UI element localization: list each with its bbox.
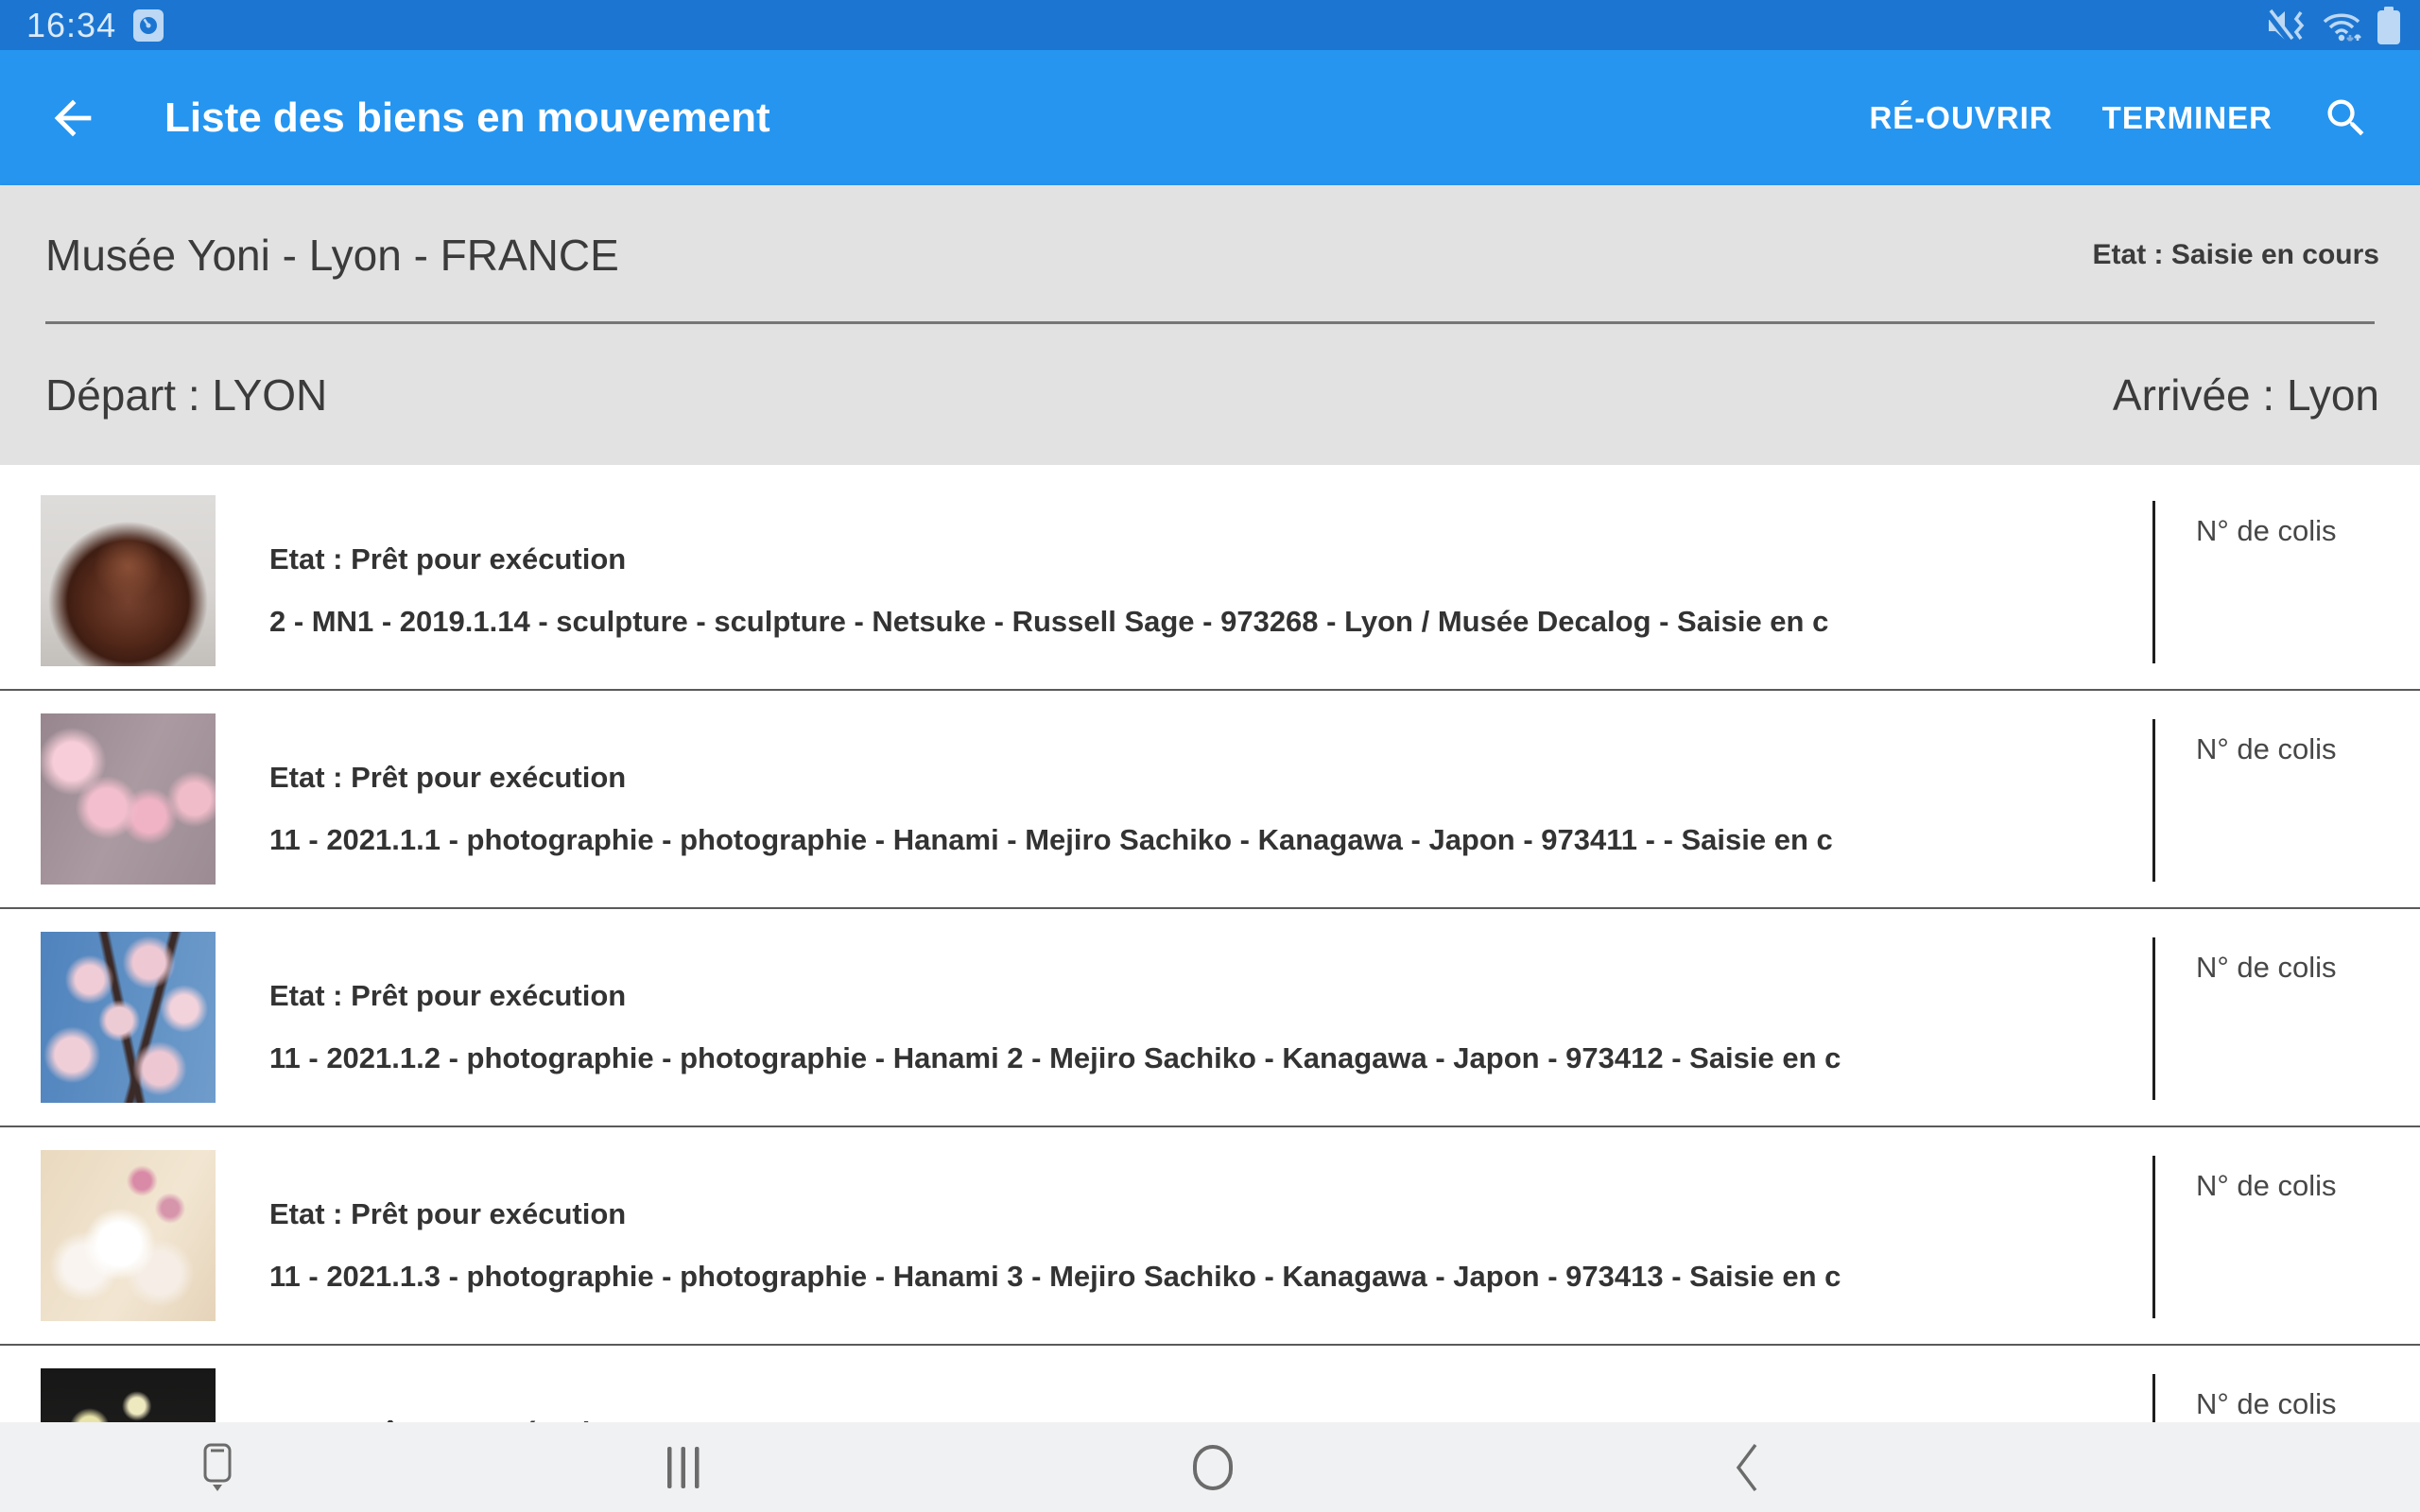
finish-button[interactable]: TERMINER [2102,100,2273,136]
colis-label: N° de colis [2196,514,2337,548]
status-bar: 16:34 [0,0,2420,50]
colis-divider [2152,1374,2155,1422]
museum-title: Musée Yoni - Lyon - FRANCE [45,230,619,281]
item-description: 11 - 2021.1.1 - photographie - photograp… [269,823,1833,857]
screen-capture-icon [193,1441,242,1494]
app-bar: Liste des biens en mouvement RÉ-OUVRIR T… [0,50,2420,185]
colis-label: N° de colis [2196,951,2337,985]
item-status: Etat : Prêt pour exécution [269,761,626,795]
item-description: 11 - 2021.1.2 - photographie - photograp… [269,1041,1841,1075]
back-nav-button[interactable] [1690,1422,1804,1512]
search-icon [2322,94,2371,143]
screen: 16:34 [0,0,2420,1512]
departure-label: Départ : LYON [45,369,327,421]
recents-icon [665,1445,702,1490]
item-thumbnail [41,1368,216,1422]
list-item[interactable]: Etat : Prêt pour exécution N° de colis [0,1346,2420,1422]
movement-header-row2: Départ : LYON Arrivée : Lyon [0,325,2420,465]
screenshot-icon [131,7,165,44]
colis-label: N° de colis [2196,732,2337,766]
colis-divider [2152,1156,2155,1318]
items-list: Etat : Prêt pour exécution 2 - MN1 - 201… [0,465,2420,1422]
colis-divider [2152,719,2155,882]
back-arrow-icon [45,91,100,146]
search-button[interactable] [2322,94,2371,143]
item-status: Etat : Prêt pour exécution [269,542,626,576]
home-icon [1192,1444,1234,1491]
movement-status: Etat : Saisie en cours [2093,239,2379,271]
wifi-icon [2320,7,2363,44]
list-item[interactable]: Etat : Prêt pour exécution 11 - 2021.1.3… [0,1127,2420,1346]
arrival-label: Arrivée : Lyon [2113,369,2379,421]
page-title: Liste des biens en mouvement [164,94,1869,142]
colis-divider [2152,501,2155,663]
colis-label: N° de colis [2196,1387,2337,1421]
colis-divider [2152,937,2155,1100]
navigation-bar [0,1422,2420,1512]
app-bar-actions: RÉ-OUVRIR TERMINER [1869,94,2371,143]
back-icon [1733,1441,1761,1494]
back-button[interactable] [45,91,100,146]
status-time: 16:34 [26,6,116,45]
item-thumbnail [41,1150,216,1321]
mute-vibrate-icon [2265,7,2307,44]
item-status: Etat : Prêt pour exécution [269,1416,626,1422]
movement-header-row1: Musée Yoni - Lyon - FRANCE Etat : Saisie… [0,185,2420,325]
screen-capture-button[interactable] [161,1422,274,1512]
item-thumbnail [41,713,216,885]
item-status: Etat : Prêt pour exécution [269,1197,626,1231]
item-thumbnail [41,495,216,666]
item-thumbnail [41,932,216,1103]
item-description: 2 - MN1 - 2019.1.14 - sculpture - sculpt… [269,605,1828,639]
list-item[interactable]: Etat : Prêt pour exécution 11 - 2021.1.1… [0,691,2420,909]
list-item[interactable]: Etat : Prêt pour exécution 2 - MN1 - 201… [0,472,2420,691]
recents-button[interactable] [627,1422,740,1512]
home-button[interactable] [1156,1422,1270,1512]
battery-icon [2377,6,2401,45]
item-status: Etat : Prêt pour exécution [269,979,626,1013]
item-description: 11 - 2021.1.3 - photographie - photograp… [269,1260,1841,1294]
reopen-button[interactable]: RÉ-OUVRIR [1869,100,2052,136]
colis-label: N° de colis [2196,1169,2337,1203]
header-divider [45,321,2375,324]
list-item[interactable]: Etat : Prêt pour exécution 11 - 2021.1.2… [0,909,2420,1127]
movement-header: Musée Yoni - Lyon - FRANCE Etat : Saisie… [0,185,2420,465]
